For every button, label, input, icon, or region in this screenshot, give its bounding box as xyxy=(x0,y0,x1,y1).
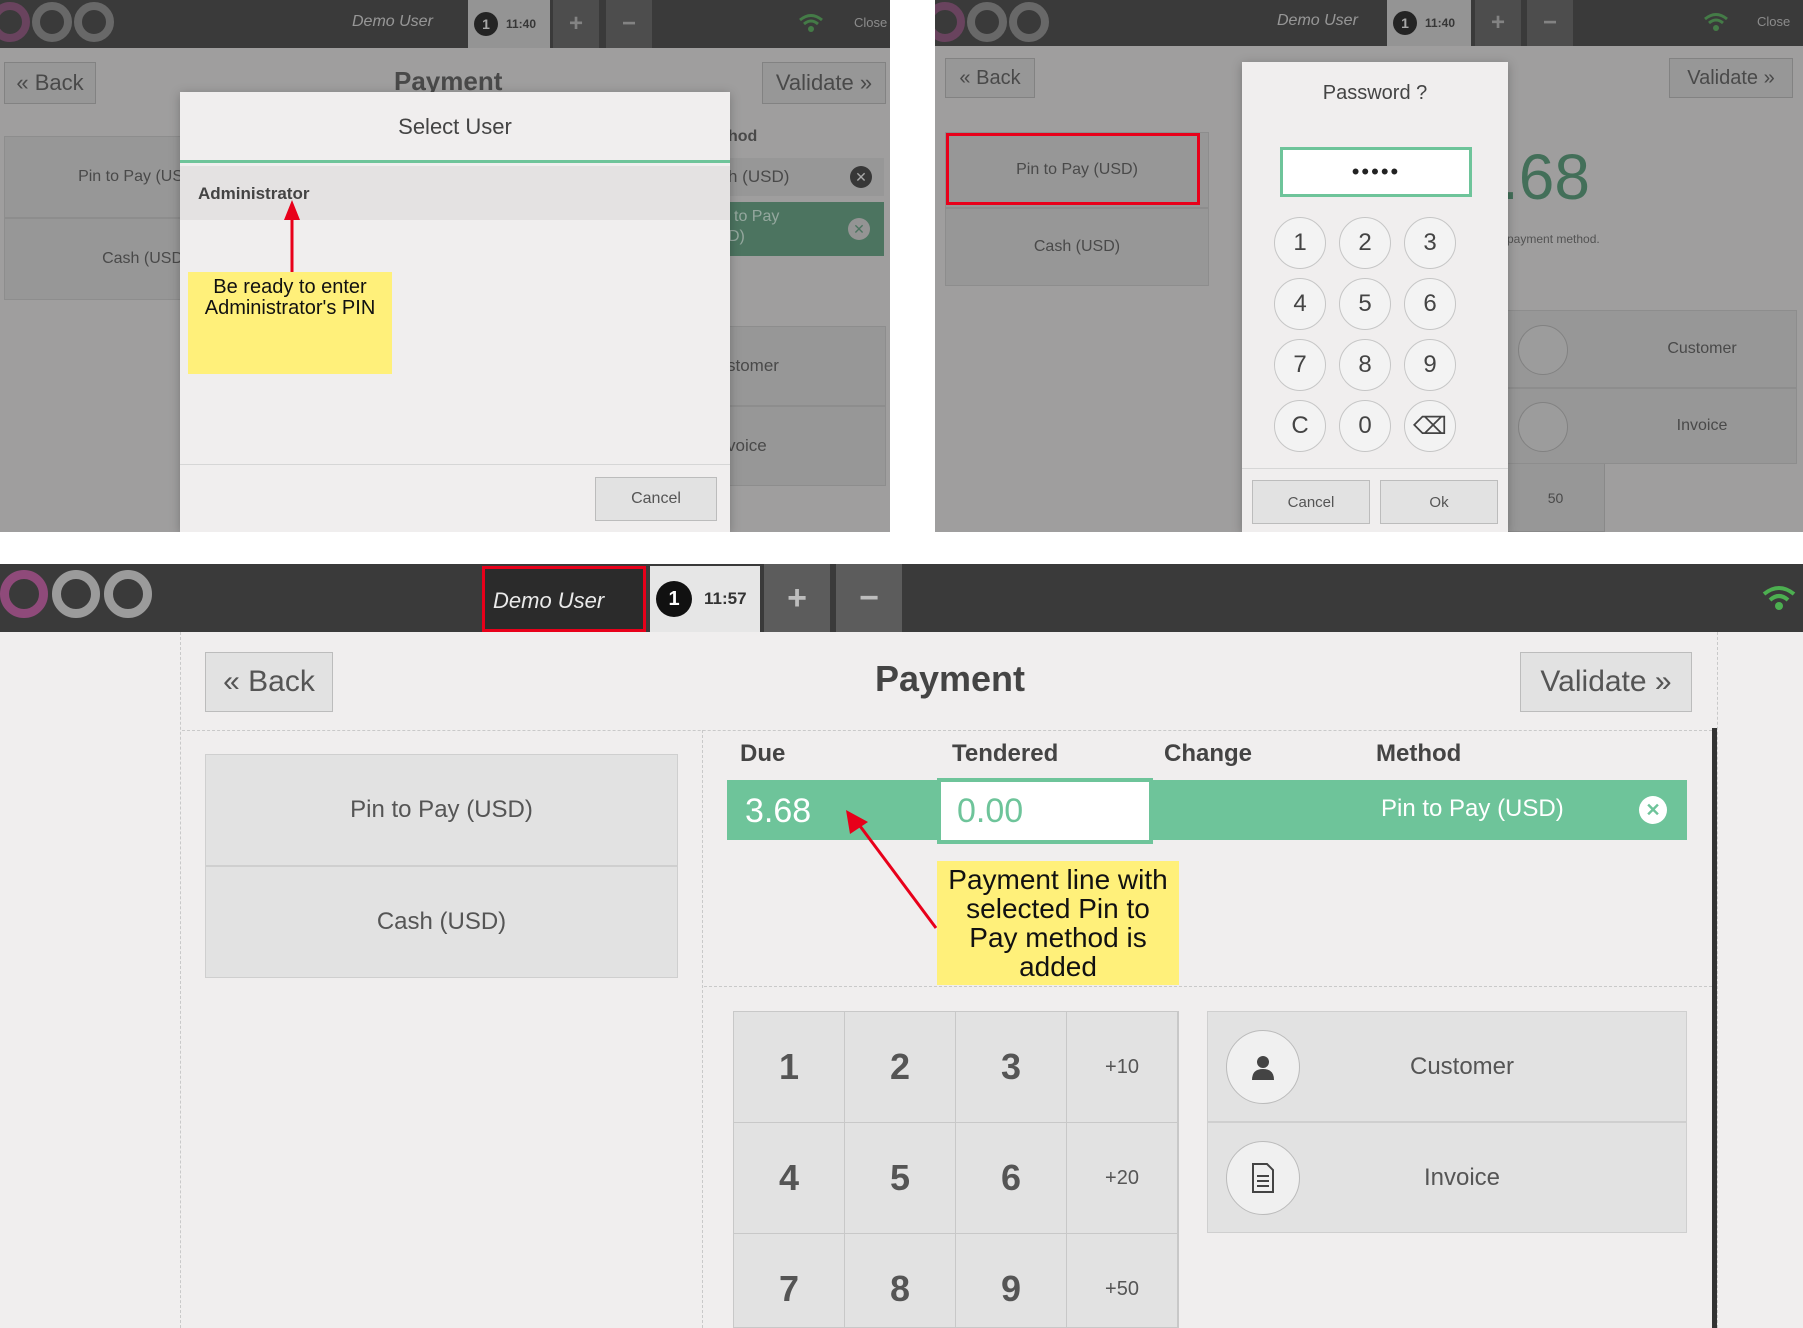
payment-method-cash[interactable]: Cash (USD) xyxy=(205,866,678,978)
screenshot-payment-line: Demo User 1 11:57 + − « Back Payment Val… xyxy=(0,564,1803,1328)
cashier-tab[interactable]: Demo User xyxy=(482,566,646,632)
column-change: Change xyxy=(1164,740,1253,767)
screenshot-select-user: Demo User 1 11:40 + − Close « Back Payme… xyxy=(0,0,890,532)
password-key[interactable]: 1 xyxy=(1274,217,1326,269)
invoice-label: Invoice xyxy=(1423,1163,1501,1191)
password-field[interactable]: ••••• xyxy=(1280,147,1472,197)
order-number-badge: 1 xyxy=(656,581,692,617)
invoice-section[interactable]: Invoice xyxy=(1207,1122,1687,1233)
password-key[interactable]: 4 xyxy=(1274,278,1326,330)
numpad-key[interactable]: 4 xyxy=(734,1123,845,1234)
numpad: 1 2 3 +10 4 5 6 +20 7 8 9 +50 xyxy=(733,1011,1179,1328)
invoice-icon xyxy=(1226,1141,1300,1215)
numpad-key[interactable]: 2 xyxy=(845,1012,956,1123)
payment-line-method: Pin to Pay (USD) xyxy=(1381,795,1564,822)
cancel-button[interactable]: Cancel xyxy=(1252,480,1370,524)
customer-icon xyxy=(1226,1030,1300,1104)
screenshot-password: Demo User 1 11:40 + − Close « Back Valid… xyxy=(935,0,1803,532)
password-key[interactable]: 2 xyxy=(1339,217,1391,269)
password-key[interactable]: 9 xyxy=(1404,339,1456,391)
numpad-key[interactable]: 1 xyxy=(734,1012,845,1123)
remove-line-icon[interactable]: ✕ xyxy=(1639,796,1667,824)
header-divider xyxy=(182,730,1712,731)
column-tendered: Tendered xyxy=(952,740,1059,767)
wifi-icon xyxy=(1762,586,1796,610)
scroll-edge xyxy=(1712,728,1717,1328)
screen-border-right xyxy=(1717,632,1718,1328)
ok-button[interactable]: Ok xyxy=(1380,480,1498,524)
numpad-key[interactable]: 7 xyxy=(734,1234,845,1327)
user-row-administrator[interactable]: Administrator xyxy=(180,166,730,220)
numpad-key[interactable]: 9 xyxy=(956,1234,1067,1327)
validate-button[interactable]: Validate » xyxy=(1520,652,1692,712)
column-method: Method xyxy=(1376,740,1462,767)
tendered-input[interactable]: 0.00 xyxy=(937,778,1153,844)
modal-title: Select User xyxy=(398,114,512,139)
customer-label: Customer xyxy=(1409,1052,1515,1080)
annotation-note: Be ready to enter Administrator's PIN xyxy=(188,272,392,374)
modal-footer-divider xyxy=(180,464,730,465)
password-key[interactable]: 8 xyxy=(1339,339,1391,391)
password-key[interactable]: 5 xyxy=(1339,278,1391,330)
password-key[interactable]: 3 xyxy=(1404,217,1456,269)
password-key[interactable]: C xyxy=(1274,400,1326,452)
password-key[interactable]: 7 xyxy=(1274,339,1326,391)
modal-title-underline xyxy=(180,160,730,163)
numpad-key[interactable]: 3 xyxy=(956,1012,1067,1123)
numpad-key[interactable]: +10 xyxy=(1067,1012,1178,1123)
numpad-key[interactable]: 8 xyxy=(845,1234,956,1327)
pin-to-pay-highlight xyxy=(946,133,1200,205)
password-key[interactable]: 0 xyxy=(1339,400,1391,452)
column-due: Due xyxy=(740,740,786,767)
payment-method-pin[interactable]: Pin to Pay (USD) xyxy=(205,754,678,866)
annotation-arrow xyxy=(284,200,300,276)
annotation-arrow xyxy=(846,810,938,929)
annotation-note: Payment line with selected Pin to Pay me… xyxy=(937,861,1179,985)
numpad-key[interactable]: 6 xyxy=(956,1123,1067,1234)
pos-topbar: Demo User 1 11:57 + − xyxy=(0,564,1803,632)
lines-divider xyxy=(704,986,1712,987)
numpad-key[interactable]: +50 xyxy=(1067,1234,1178,1327)
modal-title: Password ? xyxy=(1322,82,1428,104)
password-modal: Password ? ••••• 1 2 3 4 5 6 7 8 9 C 0 ⌫ Cancel Ok xyxy=(1242,62,1508,532)
numpad-key[interactable]: 5 xyxy=(845,1123,956,1234)
remove-order-button[interactable]: − xyxy=(836,564,902,632)
modal-footer-divider xyxy=(1242,468,1508,469)
cashier-name: Demo User xyxy=(493,588,605,613)
payment-line-due: 3.68 xyxy=(745,792,812,830)
numpad-key[interactable]: +20 xyxy=(1067,1123,1178,1234)
order-tab[interactable]: 1 11:57 xyxy=(650,566,760,632)
left-column-divider xyxy=(702,730,703,1328)
add-order-button[interactable]: + xyxy=(764,564,830,632)
order-time: 11:57 xyxy=(704,589,747,608)
screen-border-left xyxy=(180,632,181,1328)
odoo-logo xyxy=(0,570,152,618)
cancel-button[interactable]: Cancel xyxy=(595,477,717,521)
password-key[interactable]: ⌫ xyxy=(1404,400,1456,452)
customer-section[interactable]: Customer xyxy=(1207,1011,1687,1122)
password-key[interactable]: 6 xyxy=(1404,278,1456,330)
